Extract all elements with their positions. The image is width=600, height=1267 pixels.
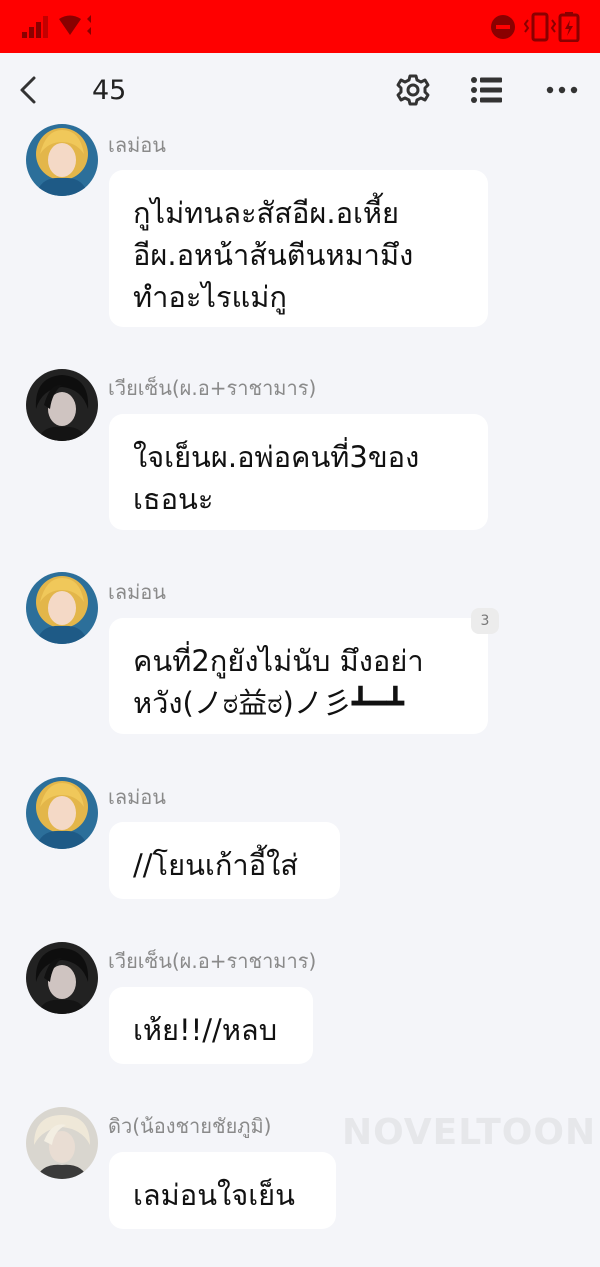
sender-name: เวียเซ็น(ผ.อ+ราชามาร) [108,376,317,400]
signal-icon [22,16,48,38]
comment-count-badge[interactable]: 3 [471,608,499,634]
list-icon[interactable] [470,75,504,105]
avatar[interactable] [26,1107,98,1179]
status-bar [0,0,600,53]
avatar[interactable] [26,777,98,849]
back-icon[interactable] [14,73,44,107]
message-bubble[interactable]: //โยนเก้าอี้ใส่ [109,822,340,899]
avatar[interactable] [26,124,98,196]
message-bubble[interactable]: ใจเย็นผ.อพ่อคนที่3ของ เธอนะ [109,414,488,530]
noveltoon-watermark: NOVELTOON [342,1112,597,1153]
avatar[interactable] [26,572,98,644]
message-bubble[interactable]: คนที่2กูยังไม่นับ มึงอย่า หวัง(ノಠ益ಠ)ノ彡┻━… [109,618,488,734]
message-bubble[interactable]: เลม่อนใจเย็น [109,1152,336,1229]
sender-name: เลม่อน [108,580,166,604]
avatar[interactable] [26,369,98,441]
do-not-disturb-icon [491,15,515,39]
more-icon[interactable] [545,77,579,103]
sender-name: เลม่อน [108,133,166,157]
battery-icon [558,12,580,42]
sender-name: ดิว(น้องชายชัยภูมิ) [108,1114,272,1138]
page-title: 45 [92,75,127,106]
wifi-icon [59,15,91,35]
sender-name: เลม่อน [108,785,166,809]
vibrate-icon [524,12,556,42]
sender-name: เวียเซ็น(ผ.อ+ราชามาร) [108,949,317,973]
message-bubble[interactable]: กูไม่ทนละสัสอีผ.อเหี้ย อีผ.อหน้าส้นตีนหม… [109,170,488,327]
gear-icon[interactable] [396,73,430,107]
message-bubble[interactable]: เห้ย!!//หลบ [109,987,313,1064]
avatar[interactable] [26,942,98,1014]
top-nav-bar: 45 [0,53,600,129]
